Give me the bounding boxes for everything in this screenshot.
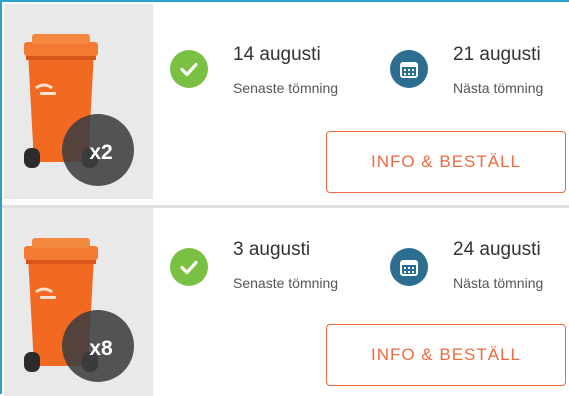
quantity-badge: x2	[62, 114, 134, 186]
bin-list: x2 14 augusti Senaste tömning 21 augusti…	[0, 0, 569, 396]
info-order-button[interactable]: INFO & BESTÄLL	[326, 324, 566, 386]
bin-row: x8 3 augusti Senaste tömning 24 augusti …	[4, 208, 569, 396]
last-emptying-label: Senaste tömning	[233, 80, 339, 96]
next-emptying-label: Nästa tömning	[453, 275, 544, 291]
bin-image-cell: x2	[4, 4, 153, 199]
last-emptying-date: 14 augusti	[233, 44, 321, 65]
info-order-button[interactable]: INFO & BESTÄLL	[326, 131, 566, 193]
calendar-icon	[390, 50, 428, 88]
last-emptying-label: Senaste tömning	[233, 275, 339, 291]
quantity-badge: x8	[62, 310, 134, 382]
next-emptying-date: 24 augusti	[453, 239, 541, 260]
check-icon	[170, 50, 208, 88]
calendar-icon	[390, 248, 428, 286]
next-emptying-label: Nästa tömning	[453, 80, 544, 96]
last-emptying-date: 3 augusti	[233, 239, 311, 260]
next-emptying-date: 21 augusti	[453, 44, 541, 65]
bin-row: x2 14 augusti Senaste tömning 21 augusti…	[4, 4, 569, 199]
bin-image-cell: x8	[4, 208, 153, 396]
check-icon	[170, 248, 208, 286]
